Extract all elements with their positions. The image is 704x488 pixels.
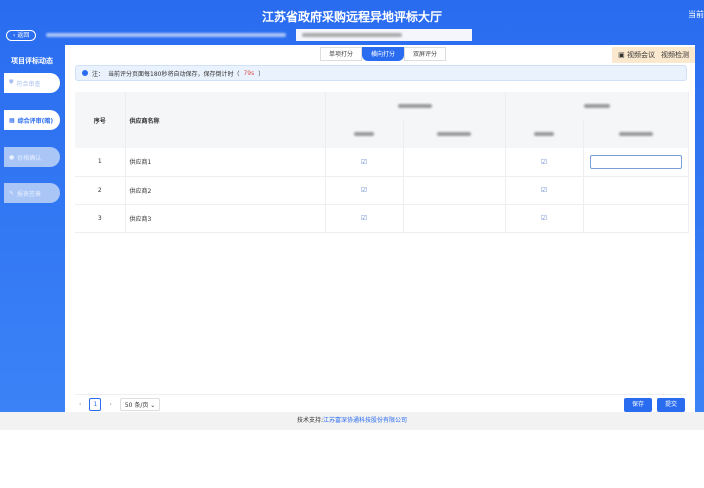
row-index: 3 xyxy=(75,204,126,233)
score-table: 序号 供应商名称 1 供应商1 ☑ ☑ 2 供应商2 ☑ ☑ 3 供应商3 ☑ xyxy=(75,92,689,233)
user-label[interactable]: 当前 xyxy=(688,9,704,20)
page-title: 江苏省政府采购远程异地评标大厅 xyxy=(261,10,442,24)
info-icon xyxy=(82,70,88,76)
footer: 技术支持:江苏富深协通科技股份有限公司 xyxy=(0,412,704,430)
video-toolbar: ▣ 视频会议 视频检测 xyxy=(612,47,695,63)
sidebar-item-label: 符合审查 xyxy=(16,80,41,88)
edit-icon[interactable]: ☑ xyxy=(361,214,367,222)
pen-icon: ✎ xyxy=(9,189,15,197)
main-panel: 单项打分 横向打分 双屏评分 ▣ 视频会议 视频检测 注： 当前评分页面每180… xyxy=(65,45,695,412)
pagination: ‹ 1 › 50 条/页 ⌄ xyxy=(79,398,161,411)
supplier-name: 供应商3 xyxy=(125,204,326,233)
row-index: 2 xyxy=(75,176,126,205)
col-sub-3 xyxy=(505,120,584,148)
sidebar-item-report[interactable]: ✎ 报表签章 xyxy=(4,183,60,203)
company-link[interactable]: 江苏富深协通科技股份有限公司 xyxy=(323,417,407,424)
note-text: 当前评分页面每180秒将自动保存，保存倒计时（ xyxy=(108,70,240,78)
back-label: 返回 xyxy=(17,32,30,39)
note-suffix: ） xyxy=(258,70,265,78)
score-cell[interactable] xyxy=(583,176,689,205)
save-button[interactable]: 保存 xyxy=(624,398,652,412)
col-group-2 xyxy=(505,92,689,120)
countdown: 79s xyxy=(243,69,255,77)
note-prefix: 注： xyxy=(92,70,105,78)
sidebar-item-label: 综合评审(暗) xyxy=(17,117,54,125)
score-cell[interactable] xyxy=(583,204,689,233)
tab-horizontal[interactable]: 横向打分 xyxy=(362,47,405,61)
scoring-tabs: 单项打分 横向打分 双屏评分 xyxy=(320,47,447,61)
sidebar-item-compliance[interactable]: ⛊ 符合审查 xyxy=(4,73,60,93)
page-1-button[interactable]: 1 xyxy=(89,398,102,411)
col-index: 序号 xyxy=(75,92,126,148)
table-row: 2 供应商2 ☑ ☑ xyxy=(75,176,689,205)
page-size-value: 50 条/页 xyxy=(124,402,149,409)
score-cell[interactable] xyxy=(403,148,506,177)
col-group-1 xyxy=(325,92,506,120)
edit-icon[interactable]: ☑ xyxy=(541,214,547,222)
divider xyxy=(75,394,687,395)
back-button[interactable]: ‹ 返回 xyxy=(6,30,37,41)
video-check-button[interactable]: 视频检测 xyxy=(661,50,689,60)
prev-page-button[interactable]: ‹ xyxy=(79,401,81,408)
footer-prefix: 技术支持: xyxy=(296,417,323,424)
page-size-select[interactable]: 50 条/页 ⌄ xyxy=(119,398,161,411)
tab-single[interactable]: 单项打分 xyxy=(320,47,363,61)
supplier-name: 供应商1 xyxy=(125,148,326,177)
sidebar-item-label: 报表签章 xyxy=(17,190,42,198)
edit-icon[interactable]: ☑ xyxy=(541,186,547,194)
score-cell[interactable] xyxy=(403,176,506,205)
table-row: 1 供应商1 ☑ ☑ xyxy=(75,148,689,177)
table-row: 3 供应商3 ☑ ☑ xyxy=(75,204,689,233)
shield-icon: ⛊ xyxy=(9,79,14,86)
circle-icon: ● xyxy=(9,153,15,161)
score-input[interactable] xyxy=(589,154,682,169)
project-name-box xyxy=(296,29,472,41)
sidebar-title: 项目评标动态 xyxy=(11,57,53,65)
next-page-button[interactable]: › xyxy=(109,401,111,408)
sidebar-item-price[interactable]: ● 价格确认 xyxy=(4,147,60,167)
breadcrumb-blurred xyxy=(46,33,286,37)
tab-dual-screen[interactable]: 双屏评分 xyxy=(404,47,447,61)
col-name: 供应商名称 xyxy=(125,92,326,148)
sidebar-item-comprehensive[interactable]: ▦ 综合评审(暗) xyxy=(4,110,60,130)
edit-icon[interactable]: ☑ xyxy=(541,158,547,166)
score-cell[interactable] xyxy=(403,204,506,233)
submit-button[interactable]: 提交 xyxy=(657,398,685,412)
autosave-notice: 注： 当前评分页面每180秒将自动保存，保存倒计时（ 79s） xyxy=(75,65,687,81)
col-sub-1 xyxy=(325,120,404,148)
col-sub-2 xyxy=(403,120,506,148)
sidebar-item-label: 价格确认 xyxy=(17,154,42,162)
supplier-name: 供应商2 xyxy=(125,176,326,205)
grid-icon: ▦ xyxy=(9,116,15,124)
edit-icon[interactable]: ☑ xyxy=(361,186,367,194)
video-meeting-button[interactable]: ▣ 视频会议 xyxy=(618,50,655,60)
col-sub-4 xyxy=(583,120,689,148)
row-index: 1 xyxy=(75,148,126,177)
video-meeting-label: 视频会议 xyxy=(627,51,655,59)
edit-icon[interactable]: ☑ xyxy=(361,158,367,166)
